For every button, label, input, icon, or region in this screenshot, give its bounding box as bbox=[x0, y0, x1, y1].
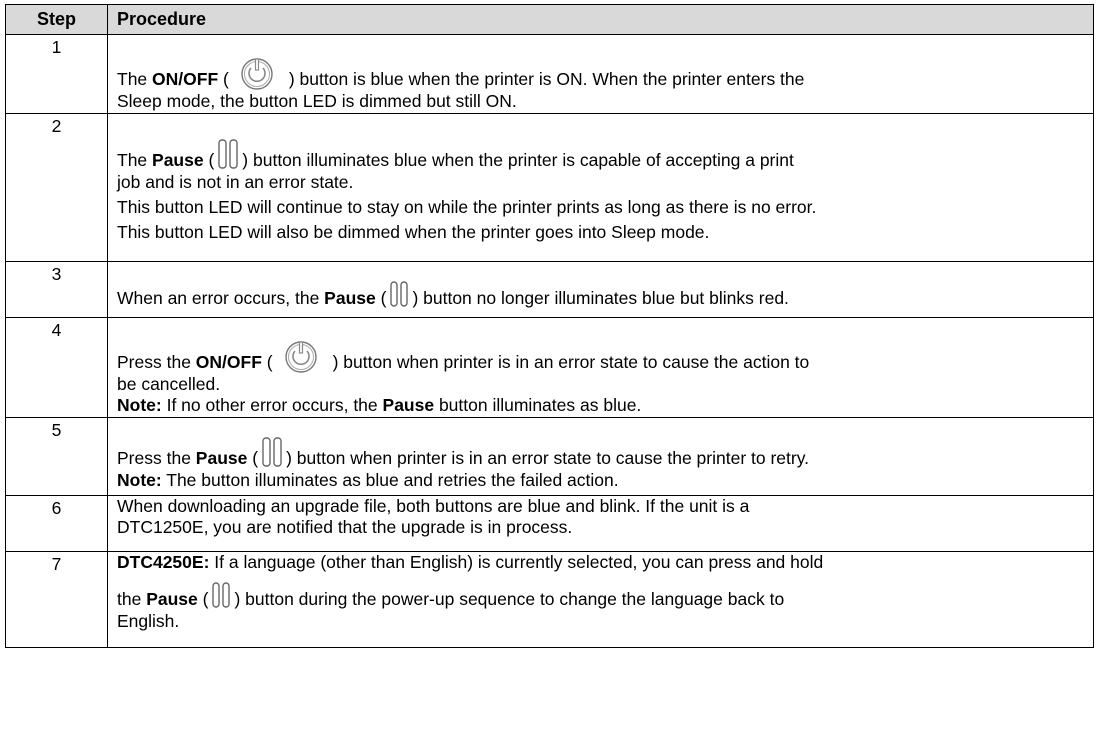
procedure-line: English. bbox=[117, 611, 180, 631]
procedure-cell: The ON/OFF () button is blue when the pr… bbox=[107, 34, 1094, 114]
procedure-line: DTC4250E: If a language (other than Engl… bbox=[117, 552, 824, 572]
note-label: Note: bbox=[117, 395, 162, 415]
step-number: 7 bbox=[5, 551, 108, 648]
step-column-header: Step bbox=[5, 4, 108, 35]
procedure-line: job and is not in an error state. bbox=[117, 172, 354, 192]
procedure-line: Sleep mode, the button LED is dimmed but… bbox=[117, 91, 517, 111]
button-name: Pause bbox=[152, 150, 204, 170]
model-label: DTC4250E: bbox=[117, 552, 210, 572]
procedure-line: The Pause () button illuminates blue whe… bbox=[117, 114, 1084, 172]
procedure-column-header: Procedure bbox=[107, 4, 1094, 35]
procedure-line: be cancelled. bbox=[117, 374, 221, 394]
button-name: ON/OFF bbox=[195, 352, 262, 372]
button-name: Pause bbox=[382, 395, 435, 415]
procedure-cell: Press the Pause () button when printer i… bbox=[107, 417, 1094, 496]
procedure-line: When downloading an upgrade file, both b… bbox=[117, 496, 750, 516]
procedure-line: This button LED will continue to stay on… bbox=[117, 197, 817, 217]
step-number: 1 bbox=[5, 34, 108, 114]
pause-icon bbox=[216, 138, 240, 172]
procedure-line: Press the Pause () button when printer i… bbox=[117, 418, 1084, 470]
step-number: 6 bbox=[5, 495, 108, 552]
procedure-line: The ON/OFF () button is blue when the pr… bbox=[117, 35, 1084, 91]
note-line: Note: If no other error occurs, the Paus… bbox=[117, 395, 642, 415]
procedure-line: the Pause () button during the power-up … bbox=[117, 573, 1084, 611]
table-row: 7 DTC4250E: If a language (other than En… bbox=[5, 551, 1094, 648]
button-name: ON/OFF bbox=[152, 69, 219, 89]
procedure-table: Step Procedure 1 The ON/OFF () button is… bbox=[5, 4, 1094, 648]
table-row: 5 Press the Pause () button when printer… bbox=[5, 417, 1094, 496]
pause-icon bbox=[388, 280, 410, 310]
procedure-cell: DTC4250E: If a language (other than Engl… bbox=[107, 551, 1094, 648]
step-number: 2 bbox=[5, 113, 108, 262]
procedure-line: When an error occurs, the Pause () butto… bbox=[117, 262, 1084, 310]
pause-icon bbox=[260, 436, 284, 470]
button-name: Pause bbox=[146, 589, 198, 609]
step-number: 4 bbox=[5, 317, 108, 418]
button-name: Pause bbox=[195, 448, 248, 468]
procedure-cell: The Pause () button illuminates blue whe… bbox=[107, 113, 1094, 262]
step-number: 5 bbox=[5, 417, 108, 496]
procedure-line: Press the ON/OFF () button when printer … bbox=[117, 318, 1084, 374]
table-row: 1 The ON/OFF () button is blue when the … bbox=[5, 34, 1094, 114]
pause-icon bbox=[210, 581, 232, 611]
table-row: 3 When an error occurs, the Pause () but… bbox=[5, 261, 1094, 318]
power-icon bbox=[237, 53, 277, 91]
table-row: 2 The Pause () button illuminates blue w… bbox=[5, 113, 1094, 262]
procedure-cell: Press the ON/OFF () button when printer … bbox=[107, 317, 1094, 418]
note-label: Note: bbox=[117, 470, 162, 490]
table-row: 4 Press the ON/OFF () button when printe… bbox=[5, 317, 1094, 418]
step-number: 3 bbox=[5, 261, 108, 318]
procedure-cell: When downloading an upgrade file, both b… bbox=[107, 495, 1094, 552]
table-row: 6 When downloading an upgrade file, both… bbox=[5, 495, 1094, 552]
note-line: Note: The button illuminates as blue and… bbox=[117, 470, 619, 490]
procedure-line: This button LED will also be dimmed when… bbox=[117, 222, 710, 242]
table-header-row: Step Procedure bbox=[5, 4, 1094, 35]
power-icon bbox=[281, 336, 321, 374]
button-name: Pause bbox=[324, 288, 376, 308]
procedure-cell: When an error occurs, the Pause () butto… bbox=[107, 261, 1094, 318]
procedure-line: DTC1250E, you are notified that the upgr… bbox=[117, 517, 573, 537]
